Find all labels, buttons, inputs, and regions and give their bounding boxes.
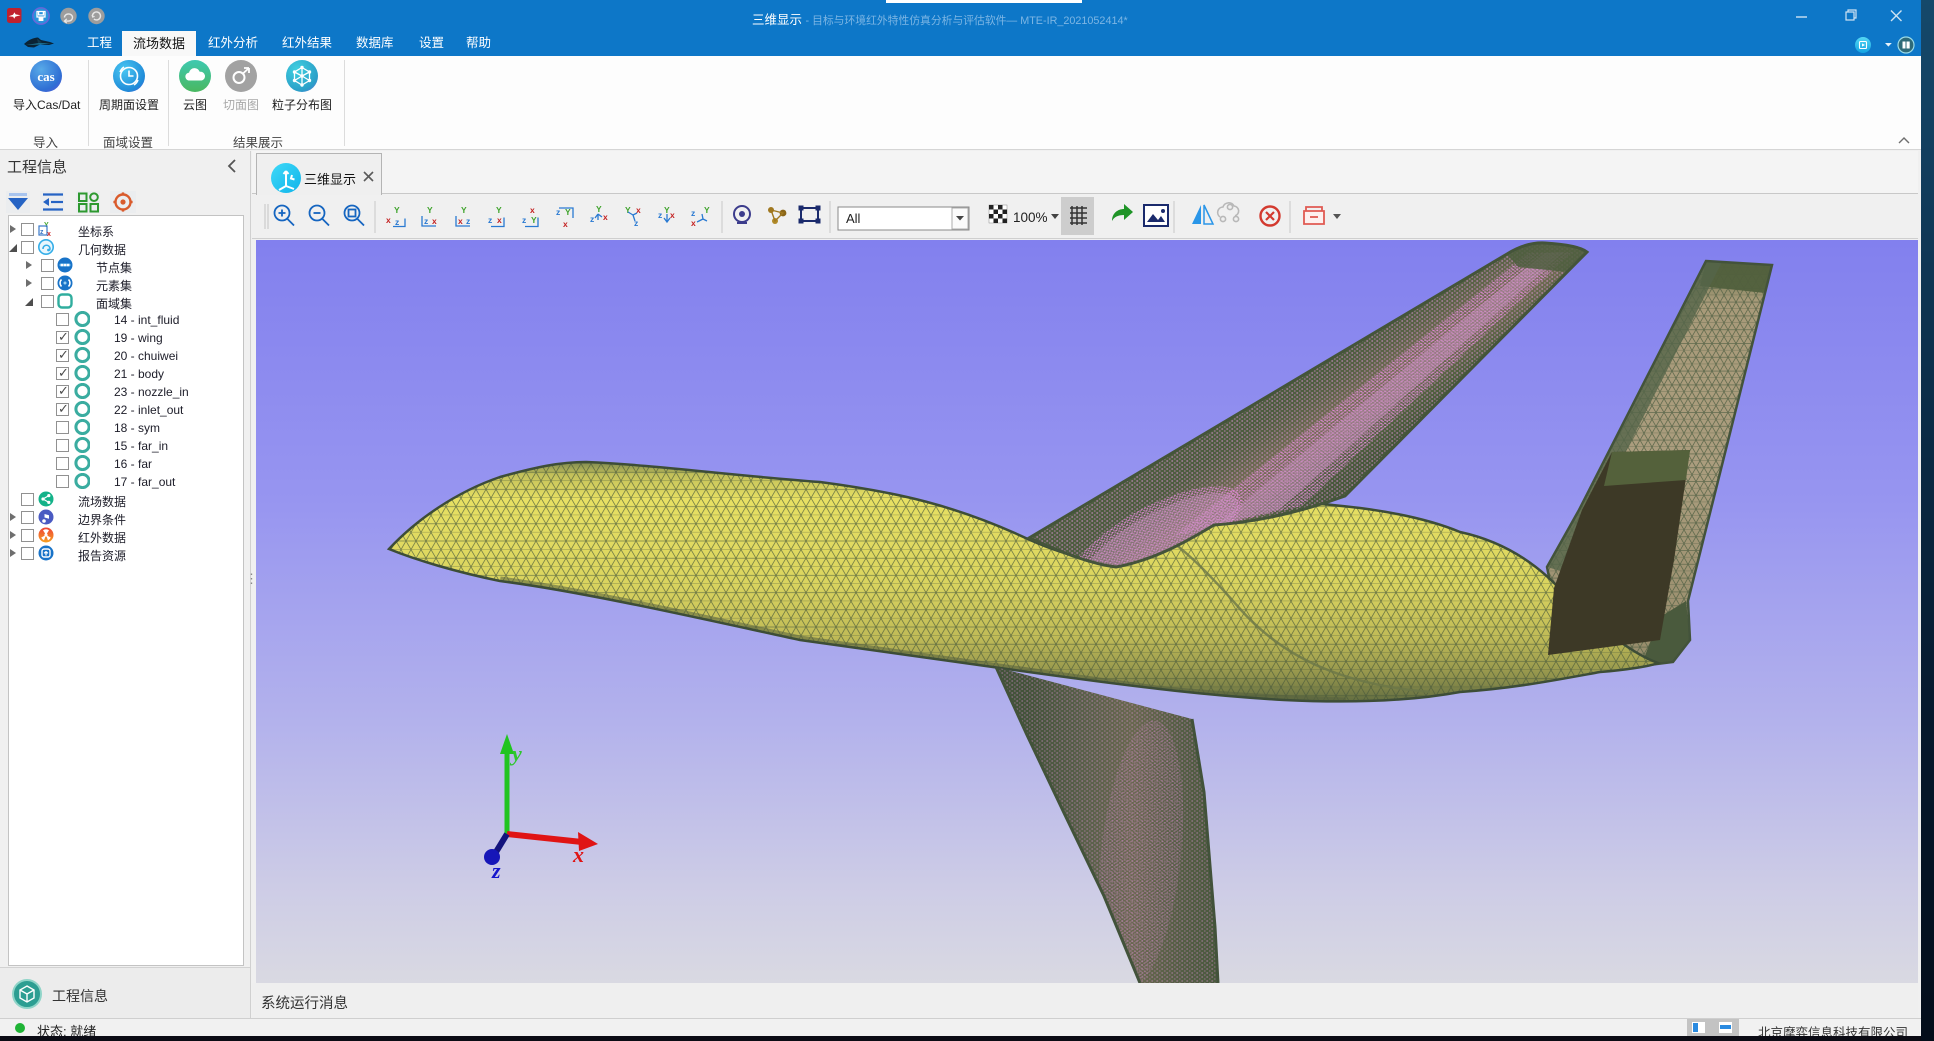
svg-text:z: z — [488, 215, 492, 225]
svg-text:x: x — [458, 216, 463, 226]
svg-text:z: z — [40, 229, 44, 236]
svg-text:z: z — [522, 215, 526, 225]
svg-text:x: x — [47, 231, 51, 237]
svg-text:Y: Y — [394, 205, 400, 215]
svg-text:z: z — [424, 216, 428, 226]
svg-text:x: x — [603, 212, 608, 222]
svg-text:x: x — [670, 210, 675, 220]
svg-text:100%: 100% — [1013, 210, 1048, 225]
svg-text:z: z — [590, 214, 594, 224]
svg-text:x: x — [572, 842, 584, 867]
svg-text:z: z — [491, 858, 501, 883]
svg-text:Y: Y — [461, 205, 467, 215]
svg-text:x: x — [497, 215, 502, 225]
svg-text:z: z — [658, 210, 662, 220]
svg-text:z: z — [466, 216, 470, 226]
svg-text:cas: cas — [37, 69, 54, 84]
svg-text:x: x — [386, 215, 391, 225]
svg-text:z: z — [691, 208, 695, 218]
svg-text:Y: Y — [531, 215, 537, 225]
svg-text:x: x — [563, 219, 568, 229]
svg-text:x: x — [432, 216, 437, 226]
svg-text:Y: Y — [427, 205, 433, 215]
svg-text:z: z — [395, 217, 399, 227]
svg-text:All: All — [846, 211, 861, 226]
svg-text:x: x — [530, 205, 535, 215]
svg-text:Y: Y — [596, 204, 602, 214]
svg-text:Y: Y — [704, 205, 710, 215]
svg-text:x: x — [691, 218, 696, 228]
svg-text:Y: Y — [496, 205, 502, 215]
